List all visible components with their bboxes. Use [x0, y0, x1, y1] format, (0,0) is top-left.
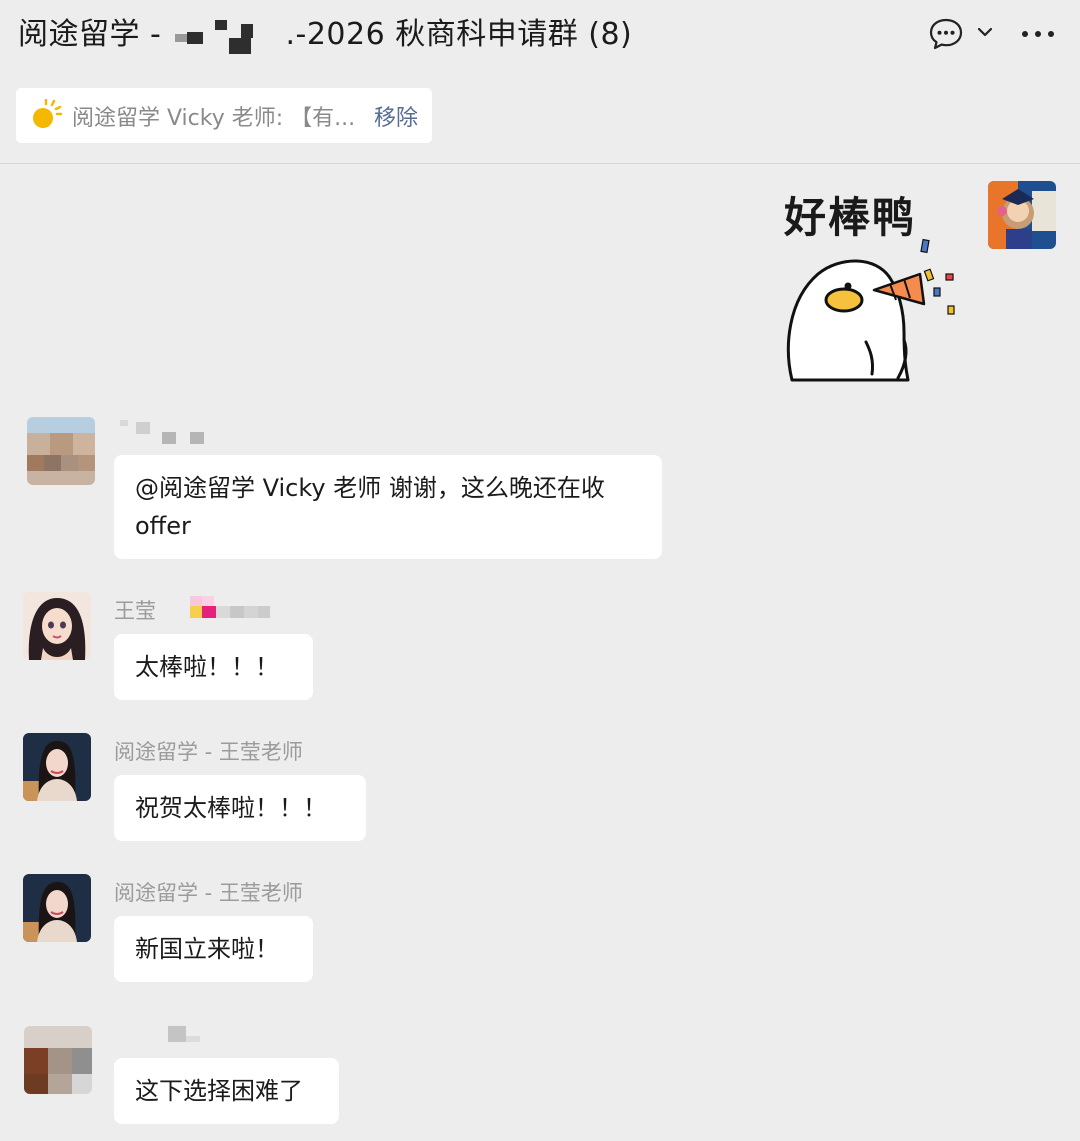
- message-bubble[interactable]: 新国立来啦！: [114, 916, 313, 982]
- duck-sticker[interactable]: 好棒鸭: [778, 182, 974, 382]
- pinned-message-text: 阅途留学 Vicky 老师: 【有...: [72, 105, 356, 131]
- message-text: 新国立来啦！: [135, 935, 279, 963]
- message-text: 祝贺太棒啦！！！: [135, 794, 327, 822]
- chevron-down-icon[interactable]: [975, 22, 995, 46]
- avatar-member-1[interactable]: [27, 417, 95, 485]
- chat-header: 阅途留学 - .-2026 秋商科申请群 (8) 阅途留学 Vicky 老师: …: [0, 0, 1080, 164]
- message-bubble[interactable]: 祝贺太棒啦！！！: [114, 775, 366, 841]
- sender-name: 阅途留学 - 王莹老师: [114, 740, 303, 764]
- sender-name: 阅途留学 - 王莹老师: [114, 881, 303, 905]
- avatar-teacher-wangying[interactable]: [23, 733, 91, 801]
- avatar-wangying[interactable]: [23, 592, 91, 660]
- pinned-message-bar[interactable]: 阅途留学 Vicky 老师: 【有... 移除: [16, 88, 432, 143]
- title-suffix: .-2026 秋商科申请群 (8): [285, 17, 633, 52]
- sender-name-redacted: [174, 596, 274, 622]
- sender-name-redacted: [114, 420, 214, 446]
- message-text: offer: [135, 512, 191, 540]
- avatar-teacher-wangying[interactable]: [23, 874, 91, 942]
- message-text: 太棒啦！！！: [135, 653, 279, 681]
- redacted-name: [173, 16, 273, 56]
- message-bubble[interactable]: 这下选择困难了: [114, 1058, 339, 1124]
- remove-pin-button[interactable]: 移除: [374, 100, 418, 132]
- message-text: @阅途留学 Vicky 老师 谢谢，这么晚还在收: [135, 474, 605, 502]
- sender-name: 王莹: [114, 599, 156, 623]
- chat-title: 阅途留学 - .-2026 秋商科申请群 (8): [18, 14, 632, 56]
- message-bubble[interactable]: @阅途留学 Vicky 老师 谢谢，这么晚还在收 offer: [114, 455, 662, 559]
- my-avatar[interactable]: [988, 181, 1056, 249]
- sender-name-redacted: [114, 1024, 214, 1048]
- sun-icon: [33, 98, 62, 128]
- chat-bubble-icon[interactable]: [928, 16, 964, 56]
- title-prefix: 阅途留学 -: [18, 17, 162, 52]
- message-bubble[interactable]: 太棒啦！！！: [114, 634, 313, 700]
- message-text: 这下选择困难了: [135, 1077, 303, 1105]
- more-icon[interactable]: [1020, 24, 1056, 48]
- sticker-caption: 好棒鸭: [783, 193, 916, 242]
- avatar-member-5[interactable]: [24, 1026, 92, 1094]
- chat-window: 阅途留学 - .-2026 秋商科申请群 (8) 阅途留学 Vicky 老师: …: [0, 0, 1080, 1141]
